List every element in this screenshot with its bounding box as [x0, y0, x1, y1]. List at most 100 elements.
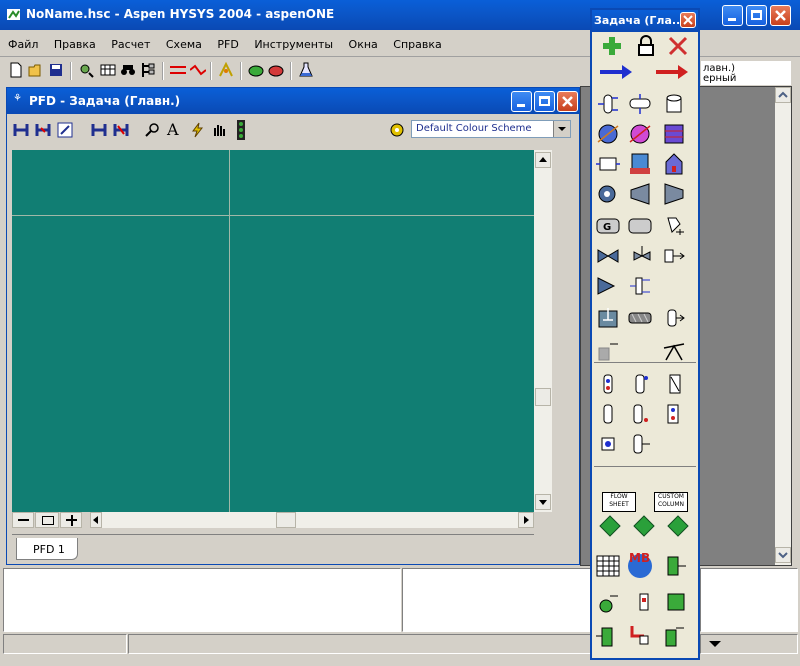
- compressor-icon[interactable]: [628, 182, 652, 206]
- fired-heater-icon[interactable]: [662, 152, 686, 176]
- binoculars-icon[interactable]: [120, 62, 136, 78]
- energy-stream-arrow-icon[interactable]: [654, 60, 690, 84]
- tank-icon[interactable]: [662, 92, 686, 116]
- hand-pan-icon[interactable]: [211, 122, 227, 138]
- canvas-scroll-thumb[interactable]: [535, 388, 551, 406]
- open-folder-icon[interactable]: [28, 62, 44, 78]
- sub-flowsheet-button[interactable]: FLOW SHEET: [602, 492, 636, 512]
- magnifier-icon[interactable]: [145, 122, 161, 138]
- save-icon[interactable]: [48, 62, 64, 78]
- selector-icon[interactable]: [596, 590, 620, 614]
- menu-flowsheet[interactable]: Схема: [166, 38, 202, 51]
- canvas-scroll-left-button[interactable]: [90, 512, 102, 528]
- zoom-fit-button[interactable]: [35, 512, 59, 528]
- spreadsheet-link-icon[interactable]: [662, 214, 686, 238]
- object-navigator-icon[interactable]: [140, 62, 156, 78]
- gibbs-reactor-icon[interactable]: [662, 306, 686, 330]
- reactor-cstr-icon[interactable]: [596, 306, 620, 330]
- case-study-icon[interactable]: [218, 61, 234, 78]
- canvas-hscroll-thumb[interactable]: [276, 512, 296, 528]
- mixer-icon[interactable]: [596, 274, 620, 298]
- new-file-icon[interactable]: [8, 62, 24, 78]
- relief-valve-icon[interactable]: [630, 244, 654, 268]
- tee-icon[interactable]: [662, 244, 686, 268]
- minimize-button[interactable]: [722, 5, 743, 26]
- component-splitter-icon[interactable]: [596, 432, 620, 456]
- scroll-down-button[interactable]: [775, 547, 791, 563]
- menu-pfd[interactable]: PFD: [217, 38, 238, 51]
- absorber-column-icon[interactable]: [596, 372, 620, 396]
- lock-icon[interactable]: [634, 34, 658, 58]
- tab-pfd-1[interactable]: PFD 1: [16, 538, 78, 560]
- custom-column-button[interactable]: CUSTOM COLUMN: [654, 492, 688, 512]
- navigator-scrollbar[interactable]: [775, 87, 791, 565]
- canvas-vertical-scrollbar[interactable]: [534, 150, 552, 512]
- stream-icon[interactable]: [170, 62, 186, 78]
- pfd-fit-icon[interactable]: [57, 122, 73, 138]
- separator-icon[interactable]: [596, 92, 620, 116]
- transfer-function-icon[interactable]: [664, 590, 688, 614]
- pfd-break-icon[interactable]: [113, 122, 129, 138]
- heat-exchanger-icon[interactable]: [662, 122, 686, 146]
- colour-scheme-dropdown-button[interactable]: [553, 121, 570, 137]
- text-label-icon[interactable]: A: [167, 120, 183, 139]
- solver-go-icon[interactable]: [248, 62, 264, 78]
- pfd-zoom-all-icon[interactable]: [13, 122, 29, 138]
- balance-tee-icon[interactable]: [662, 554, 686, 578]
- palette-close-button[interactable]: [680, 12, 696, 28]
- three-phase-distillation-icon[interactable]: [628, 402, 652, 426]
- pid-controller-icon[interactable]: [596, 624, 620, 648]
- close-button[interactable]: [770, 5, 791, 26]
- cooler-icon[interactable]: [596, 122, 620, 146]
- component-list-icon[interactable]: [78, 62, 94, 78]
- delete-object-icon[interactable]: [666, 34, 690, 58]
- workbook-icon[interactable]: [100, 62, 116, 78]
- zoom-in-button[interactable]: [60, 512, 82, 528]
- controller-icon[interactable]: [632, 590, 656, 614]
- pfr-reactor-icon[interactable]: [628, 306, 652, 330]
- material-stream-icon[interactable]: [598, 60, 634, 84]
- generic-unit-g-icon[interactable]: G: [596, 214, 620, 238]
- reboiled-absorber-icon[interactable]: [628, 372, 652, 396]
- pfd-minimize-button[interactable]: [511, 91, 532, 112]
- flask-icon[interactable]: [298, 62, 314, 78]
- add-object-icon[interactable]: [600, 34, 624, 58]
- adjust-diamond-icon[interactable]: [598, 514, 622, 538]
- liquid-extractor-icon[interactable]: [662, 402, 686, 426]
- pfd-zoom-out-icon[interactable]: [35, 122, 51, 138]
- digital-point-icon[interactable]: [662, 624, 686, 648]
- oil-pump-jack-icon[interactable]: [662, 338, 686, 362]
- energy-stream-icon[interactable]: [189, 62, 207, 78]
- palette-title-bar[interactable]: Задача (Гла...: [592, 10, 698, 32]
- pump-icon[interactable]: [596, 182, 620, 206]
- scroll-up-button[interactable]: [775, 87, 791, 103]
- menu-edit[interactable]: Правка: [54, 38, 96, 51]
- canvas-scroll-up-button[interactable]: [535, 152, 551, 168]
- lng-exchanger-icon[interactable]: [596, 152, 620, 176]
- recycle-diamond-icon[interactable]: [666, 514, 690, 538]
- three-phase-separator-icon[interactable]: [628, 92, 652, 116]
- dropdown-arrow-icon[interactable]: [707, 636, 727, 652]
- valve-icon[interactable]: [596, 244, 620, 268]
- expander-icon[interactable]: [662, 182, 686, 206]
- colour-scheme-icon[interactable]: [389, 122, 405, 138]
- zoom-out-button[interactable]: [12, 512, 34, 528]
- menu-simulation[interactable]: Расчет: [111, 38, 150, 51]
- heater-icon[interactable]: [628, 122, 652, 146]
- colour-scheme-select[interactable]: Default Colour Scheme: [411, 120, 571, 138]
- column-stack-icon[interactable]: [596, 338, 620, 362]
- pfd-close-button[interactable]: [557, 91, 578, 112]
- pfd-maximize-button[interactable]: [534, 91, 555, 112]
- recycle-loop-icon[interactable]: [626, 622, 650, 646]
- canvas-horizontal-scrollbar[interactable]: [90, 512, 534, 528]
- set-diamond-icon[interactable]: [632, 514, 656, 538]
- solver-hold-icon[interactable]: [268, 62, 284, 78]
- pfd-align-icon[interactable]: [91, 122, 107, 138]
- canvas-scroll-down-button[interactable]: [535, 494, 551, 510]
- spreadsheet-grid-icon[interactable]: [596, 554, 620, 578]
- generic-unit-icon[interactable]: [628, 214, 652, 238]
- traffic-light-icon[interactable]: [233, 120, 249, 140]
- canvas-scroll-right-button[interactable]: [518, 512, 534, 528]
- air-cooler-icon[interactable]: [628, 152, 652, 176]
- pfd-title-bar[interactable]: ⚘ PFD - Задача (Главн.): [7, 88, 579, 114]
